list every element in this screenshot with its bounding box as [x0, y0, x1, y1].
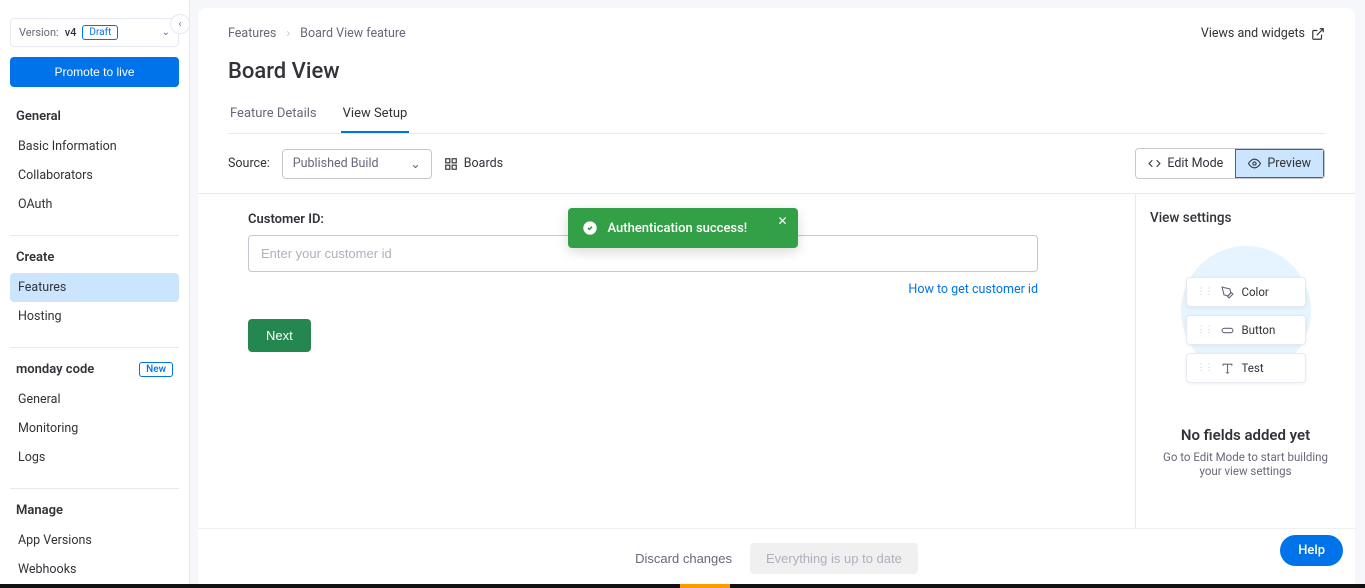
button-icon — [1221, 324, 1234, 337]
text-icon — [1221, 362, 1234, 375]
settings-illustration: ⋮⋮ Color ⋮⋮ Button ⋮⋮ Test — [1150, 240, 1341, 420]
preview-label: Preview — [1267, 156, 1311, 171]
sidebar: ‹ Version: v4 Draft ⌄ Promote to live Ge… — [0, 0, 190, 588]
brush-icon — [1221, 286, 1234, 299]
sidebar-item-general[interactable]: General — [10, 385, 179, 414]
how-to-get-customer-id-link[interactable]: How to get customer id — [248, 282, 1038, 297]
source-select-value: Published Build — [293, 156, 379, 171]
edit-mode-button[interactable]: Edit Mode — [1136, 149, 1235, 178]
footer: Discard changes Everything is up to date — [198, 528, 1355, 588]
empty-state-subtext: Go to Edit Mode to start building your v… — [1150, 450, 1341, 478]
toast-message: Authentication success! — [608, 221, 748, 236]
toolbar: Source: Published Build ⌄ Boards Edit Mo… — [198, 134, 1355, 194]
sidebar-item-logs[interactable]: Logs — [10, 443, 179, 472]
sidebar-item-features[interactable]: Features — [10, 273, 179, 302]
sidebar-item-hosting[interactable]: Hosting — [10, 302, 179, 331]
sidebar-item-collaborators[interactable]: Collaborators — [10, 161, 179, 190]
sidebar-section-general: General — [10, 105, 179, 128]
sidebar-section-monday-code: monday code New — [10, 358, 179, 381]
main-panel: Features › Board View feature Views and … — [198, 8, 1355, 588]
field-card-button-label: Button — [1242, 323, 1276, 337]
version-label: Version: — [19, 26, 59, 39]
breadcrumb-features[interactable]: Features — [228, 26, 276, 41]
version-selector[interactable]: Version: v4 Draft ⌄ — [10, 18, 179, 47]
success-toast: Authentication success! ✕ — [568, 208, 798, 248]
eye-icon — [1248, 157, 1261, 170]
edit-mode-label: Edit Mode — [1167, 156, 1223, 171]
source-label: Source: — [228, 156, 270, 171]
tab-feature-details[interactable]: Feature Details — [228, 100, 319, 133]
sidebar-section-monday-code-label: monday code — [16, 362, 94, 377]
field-card-color-label: Color — [1242, 285, 1269, 299]
promote-button[interactable]: Promote to live — [10, 57, 179, 87]
chevron-down-icon: ⌄ — [162, 27, 170, 38]
chevron-right-icon: › — [286, 26, 290, 41]
grip-icon: ⋮⋮ — [1197, 287, 1213, 297]
boards-selector[interactable]: Boards — [444, 156, 503, 171]
grip-icon: ⋮⋮ — [1197, 363, 1213, 373]
breadcrumb-board-view-feature[interactable]: Board View feature — [300, 26, 405, 41]
source-select[interactable]: Published Build ⌄ — [282, 149, 432, 179]
sidebar-section-manage: Manage — [10, 499, 179, 522]
field-card-test: ⋮⋮ Test — [1186, 353, 1306, 383]
field-card-color: ⋮⋮ Color — [1186, 277, 1306, 307]
tab-view-setup[interactable]: View Setup — [341, 100, 410, 133]
help-fab[interactable]: Help — [1280, 535, 1343, 566]
toast-close-button[interactable]: ✕ — [777, 214, 787, 228]
view-settings-title: View settings — [1150, 210, 1341, 226]
draft-badge: Draft — [82, 25, 118, 40]
sidebar-item-monitoring[interactable]: Monitoring — [10, 414, 179, 443]
discard-changes-button[interactable]: Discard changes — [635, 543, 732, 574]
sidebar-item-oauth[interactable]: OAuth — [10, 190, 179, 219]
sidebar-section-create: Create — [10, 246, 179, 269]
field-card-button: ⋮⋮ Button — [1186, 315, 1306, 345]
check-circle-icon — [582, 220, 598, 236]
field-card-test-label: Test — [1242, 361, 1264, 375]
breadcrumb: Features › Board View feature — [228, 26, 1325, 41]
sidebar-item-webhooks[interactable]: Webhooks — [10, 555, 179, 584]
next-button[interactable]: Next — [248, 319, 311, 352]
save-status-button: Everything is up to date — [750, 543, 918, 574]
grip-icon: ⋮⋮ — [1197, 325, 1213, 335]
tabs: Feature Details View Setup — [228, 100, 1325, 134]
preview-button[interactable]: Preview — [1235, 149, 1324, 178]
views-widgets-link[interactable]: Views and widgets — [1201, 26, 1325, 41]
boards-label: Boards — [464, 156, 503, 171]
sidebar-item-app-versions[interactable]: App Versions — [10, 526, 179, 555]
external-link-icon — [1311, 27, 1325, 41]
new-badge: New — [139, 362, 173, 377]
chevron-down-icon: ⌄ — [410, 156, 420, 172]
boards-icon — [444, 157, 458, 171]
empty-state-heading: No fields added yet — [1150, 426, 1341, 444]
page-title: Board View — [228, 59, 1325, 84]
sidebar-collapse-button[interactable]: ‹ — [170, 14, 190, 34]
bottom-strip — [0, 584, 1365, 588]
code-icon — [1148, 157, 1161, 170]
version-value: v4 — [65, 26, 77, 39]
sidebar-item-basic-information[interactable]: Basic Information — [10, 132, 179, 161]
mode-toggle: Edit Mode Preview — [1135, 148, 1325, 179]
views-widgets-label: Views and widgets — [1201, 26, 1305, 41]
